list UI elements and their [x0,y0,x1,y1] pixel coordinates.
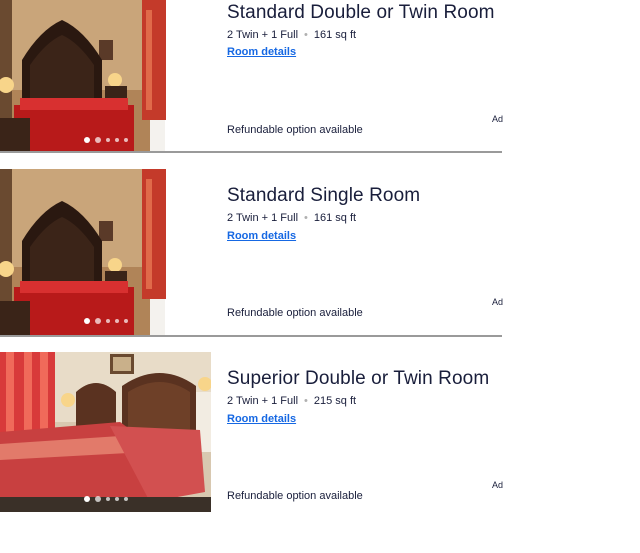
room-photo [0,352,211,512]
room-details-link[interactable]: Room details [227,46,296,58]
carousel-dot[interactable] [94,318,101,324]
carousel-dot[interactable] [94,496,101,502]
card-divider [0,151,502,153]
ad-label: Ad [492,480,504,490]
carousel-indicators[interactable] [0,137,211,143]
room-details-link[interactable]: Room details [227,413,296,425]
room-photo-carousel[interactable] [0,0,211,153]
room-card[interactable]: Superior Double or Twin Room 2 Twin + 1 … [0,352,504,512]
room-title: Standard Double or Twin Room [227,2,495,23]
bed-config: 2 Twin + 1 Full [227,395,299,407]
carousel-dot[interactable] [105,497,110,501]
room-photo [0,169,211,336]
carousel-dot[interactable] [114,319,119,323]
carousel-dot[interactable] [83,496,90,502]
room-size: 215 sq ft [313,395,357,407]
bed-config: 2 Twin + 1 Full [227,212,299,224]
room-specs: 2 Twin + 1 Full • 215 sq ft [227,395,356,407]
room-card[interactable]: Standard Single Room 2 Twin + 1 Full • 161… [0,169,504,337]
refund-text: Refundable option available [227,124,363,136]
carousel-indicators[interactable] [0,496,211,502]
carousel-dot[interactable] [83,318,90,324]
carousel-indicators[interactable] [0,318,211,324]
room-photo-carousel[interactable] [0,169,211,336]
room-specs: 2 Twin + 1 Full • 161 sq ft [227,212,356,224]
room-card[interactable]: Standard Double or Twin Room 2 Twin + 1 … [0,0,504,153]
room-title: Superior Double or Twin Room [227,368,490,389]
room-title: Standard Single Room [227,185,421,206]
bed-config: 2 Twin + 1 Full [227,29,299,41]
refund-text: Refundable option available [227,307,363,319]
room-photo [0,0,211,153]
carousel-dot[interactable] [123,138,128,142]
carousel-dot[interactable] [123,497,128,501]
carousel-dot[interactable] [114,497,119,501]
ad-label: Ad [492,114,504,124]
room-size: 161 sq ft [313,212,357,224]
room-size: 161 sq ft [313,29,357,41]
ad-label: Ad [492,297,504,307]
carousel-dot[interactable] [94,137,101,143]
room-photo-carousel[interactable] [0,352,211,512]
separator-dot: • [304,212,308,224]
carousel-dot[interactable] [105,319,110,323]
room-details-link[interactable]: Room details [227,230,296,242]
carousel-dot[interactable] [83,137,90,143]
carousel-dot[interactable] [105,138,110,142]
separator-dot: • [304,29,308,41]
carousel-dot[interactable] [114,138,119,142]
room-specs: 2 Twin + 1 Full • 161 sq ft [227,29,356,41]
card-divider [0,335,502,337]
separator-dot: • [304,395,308,407]
refund-text: Refundable option available [227,490,363,502]
carousel-dot[interactable] [123,319,128,323]
